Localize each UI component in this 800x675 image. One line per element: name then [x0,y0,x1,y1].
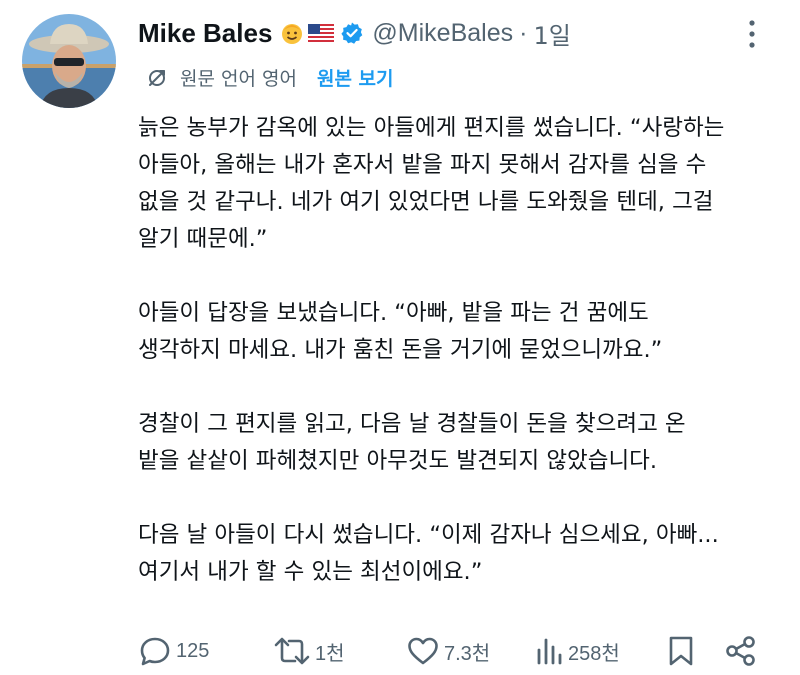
avatar-image [22,14,116,108]
retweet-icon [274,637,310,665]
views-icon [537,638,562,665]
more-vertical-icon[interactable] [745,17,759,51]
tweet-line: 다음 날 아들이 다시 썼습니다. “이제 감자나 심으세요, 아빠... [138,522,719,548]
tweet-timestamp[interactable]: 1일 [533,16,570,51]
tweet-line: 아들이 답장을 보냈습니다. “아빠, 밭을 파는 건 꿈에도 [138,300,649,326]
tweet-line: 생각하지 마세요. 내가 훔친 돈을 거기에 묻었으니까요.” [138,337,663,363]
tweet-text: 늙은 농부가 감옥에 있는 아들에게 편지를 썼습니다. “사랑하는 아들아, … [138,110,783,591]
tweet-line: 없을 것 같구나. 네가 여기 있었다면 나를 도와줬을 텐데, 그걸 [138,189,714,215]
smiling-face-emoji-icon [282,24,303,44]
show-original-button[interactable]: 원본 보기 [317,64,394,91]
author-name[interactable]: Mike Bales [138,18,272,49]
us-flag-icon [308,24,335,42]
views-button[interactable]: 258천 [534,632,620,670]
verified-badge-icon [341,22,363,44]
tweet-header: Mike Bales @MikeBales · 1일 [138,14,571,52]
translation-bar: 원문 언어 영어 원본 보기 [146,64,394,91]
tweet-line: 경찰이 그 편지를 읽고, 다음 날 경찰들이 돈을 찾으려고 온 [138,411,686,437]
like-count: 7.3천 [444,642,491,665]
tweet-line: 밭을 샅샅이 파헤쳤지만 아무것도 발견되지 않았습니다. [138,448,658,474]
reply-icon [140,637,170,666]
bookmark-button[interactable] [666,632,696,670]
tweet-line: 늙은 농부가 감옥에 있는 아들에게 편지를 썼습니다. “사랑하는 [138,115,725,141]
avatar[interactable] [22,14,116,108]
translation-note: 원문 언어 영어 [180,68,297,90]
bookmark-icon [669,636,693,666]
share-icon [726,636,755,666]
share-button[interactable] [724,632,758,670]
tweet-line: 여기서 내가 할 수 있는 최선이에요.” [138,559,483,585]
author-handle[interactable]: @MikeBales [372,19,513,48]
views-count: 258천 [568,642,620,665]
reply-count: 125 [176,639,210,662]
like-icon [408,637,438,665]
reply-button[interactable]: 125 [138,632,209,670]
tweet-line: 알기 때문에.” [138,226,268,252]
translate-icon [149,69,165,86]
separator-dot: · [519,18,528,47]
retweet-button[interactable]: 1천 [273,632,345,670]
action-bar: 125 1천 7.3천 258천 [138,632,778,670]
tweet-line: 아들아, 올해는 내가 혼자서 밭을 파지 못해서 감자를 심을 수 [138,152,707,178]
like-button[interactable]: 7.3천 [406,632,490,670]
retweet-count: 1천 [315,642,345,665]
